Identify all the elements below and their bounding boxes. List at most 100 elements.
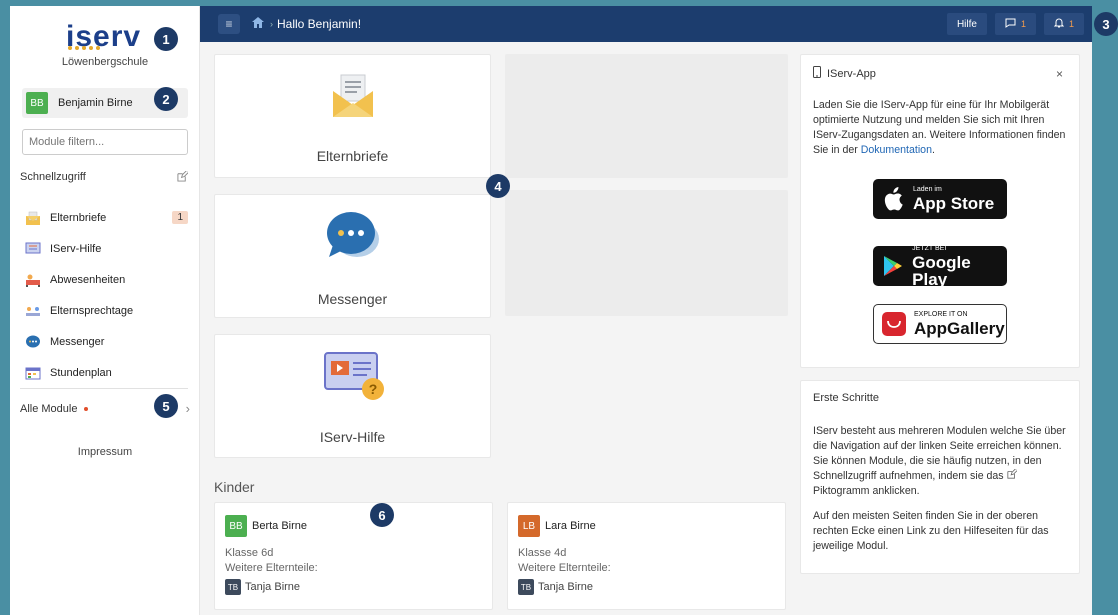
tile-elternbriefe[interactable]: Elternbriefe bbox=[214, 54, 491, 178]
messages-count: 1 bbox=[1020, 19, 1026, 29]
child-class: Klasse 4d bbox=[518, 547, 567, 559]
google-play-icon bbox=[881, 254, 904, 278]
child-header: LB Lara Birne bbox=[518, 515, 596, 537]
help-label: Hilfe bbox=[956, 18, 977, 30]
panel-title: Erste Schritte bbox=[813, 392, 880, 404]
child-class: Klasse 6d bbox=[225, 547, 274, 559]
help-button[interactable]: Hilfe bbox=[946, 13, 987, 35]
callout-marker-3: 3 bbox=[1094, 12, 1118, 36]
tile-iserv-hilfe[interactable]: ? IServ-Hilfe bbox=[214, 334, 491, 458]
sidebar-divider bbox=[20, 388, 188, 389]
logo-dots bbox=[68, 46, 100, 50]
bell-icon bbox=[1053, 18, 1065, 31]
other-parents-label: Weitere Elternteile: bbox=[518, 562, 611, 574]
sidebar-item-elternbriefe[interactable]: Elternbriefe 1 bbox=[24, 202, 190, 233]
menu-toggle-button[interactable]: ≡ bbox=[218, 14, 240, 34]
messages-button[interactable]: 1 bbox=[994, 13, 1036, 35]
sidebar-item-label: Stundenplan bbox=[50, 366, 112, 379]
edit-icon bbox=[1006, 467, 1018, 482]
school-name: Löwenbergschule bbox=[61, 56, 149, 68]
widget-placeholder bbox=[505, 190, 788, 316]
child-header: BB Berta Birne bbox=[225, 515, 307, 537]
tile-label: IServ-Hilfe bbox=[319, 429, 386, 445]
messenger-icon bbox=[24, 334, 42, 350]
documentation-link[interactable]: Dokumentation bbox=[861, 144, 932, 156]
first-steps-text: IServ besteht aus mehreren Modulen welch… bbox=[813, 425, 1066, 482]
panel-title: IServ-App bbox=[827, 67, 876, 80]
child-card[interactable]: BB Berta Birne Klasse 6d Weitere Elternt… bbox=[214, 502, 493, 610]
sidebar-item-iserv-hilfe[interactable]: IServ-Hilfe bbox=[24, 233, 190, 264]
sidebar-item-abwesenheiten[interactable]: Abwesenheiten bbox=[24, 264, 190, 295]
first-steps-paragraph-2: Auf den meisten Seiten finden Sie in der… bbox=[813, 510, 1049, 552]
callout-marker-5: 5 bbox=[154, 394, 178, 418]
app-description-end: . bbox=[931, 144, 935, 156]
dashboard: Elternbriefe Messenger ? IServ-Hilfe Kin… bbox=[200, 42, 1092, 615]
app-store-badge[interactable]: Laden im App Store bbox=[873, 179, 1007, 219]
store-big-text: App Store bbox=[913, 194, 995, 213]
other-parents-label: Weitere Elternteile: bbox=[225, 562, 318, 574]
all-modules-label: Alle Module bbox=[20, 402, 78, 415]
store-big-text: AppGallery bbox=[914, 319, 1005, 338]
module-filter-input[interactable] bbox=[22, 129, 188, 155]
first-steps-panel: Erste Schritte IServ besteht aus mehrere… bbox=[800, 380, 1080, 574]
parent-name: Tanja Birne bbox=[538, 581, 594, 593]
app-gallery-badge[interactable]: EXPLORE IT ON AppGallery bbox=[873, 304, 1007, 344]
avatar: LB bbox=[518, 515, 540, 537]
parent-entry: TB Tanja Birne bbox=[518, 579, 593, 595]
meeting-icon bbox=[24, 303, 42, 319]
child-name: Berta Birne bbox=[252, 520, 308, 532]
quick-access-header: Schnellzugriff bbox=[20, 169, 190, 185]
parent-entry: TB Tanja Birne bbox=[225, 579, 300, 595]
chevron-right-icon: › bbox=[270, 19, 273, 29]
first-steps-paragraph-1: IServ besteht aus mehreren Modulen welch… bbox=[813, 424, 1069, 499]
sidebar-item-label: Elternsprechtage bbox=[50, 304, 134, 317]
callout-marker-1: 1 bbox=[154, 27, 178, 51]
google-play-badge[interactable]: JETZT BEI Google Play bbox=[873, 244, 1007, 289]
letter-icon bbox=[24, 210, 42, 226]
chat-bubble-icon bbox=[1005, 18, 1016, 31]
edit-icon[interactable] bbox=[177, 169, 190, 185]
avatar: BB bbox=[225, 515, 247, 537]
tile-messenger[interactable]: Messenger bbox=[214, 194, 491, 318]
store-big-text: Google Play bbox=[912, 252, 971, 289]
letter-icon bbox=[329, 73, 377, 122]
quick-access-list: Elternbriefe 1 IServ-Hilfe Abwesenheiten bbox=[24, 202, 190, 388]
sidebar-item-elternsprechtage[interactable]: Elternsprechtage bbox=[24, 295, 190, 326]
help-icon bbox=[24, 241, 42, 257]
parent-name: Tanja Birne bbox=[245, 581, 301, 593]
huawei-icon bbox=[882, 312, 906, 336]
tile-label: Elternbriefe bbox=[316, 148, 389, 164]
sidebar-item-stundenplan[interactable]: Stundenplan bbox=[24, 357, 190, 388]
apple-icon bbox=[881, 187, 905, 211]
tile-label: Messenger bbox=[317, 291, 388, 307]
child-card[interactable]: LB Lara Birne Klasse 4d Weitere Elternte… bbox=[507, 502, 786, 610]
chevron-right-icon: › bbox=[185, 401, 190, 416]
close-icon[interactable]: × bbox=[1056, 67, 1063, 81]
sidebar-item-label: Elternbriefe bbox=[50, 211, 107, 224]
avatar: TB bbox=[518, 579, 534, 595]
sidebar-item-label: Messenger bbox=[50, 335, 105, 348]
top-bar: ≡ › Hallo Benjamin! Hilfe 1 1 bbox=[200, 6, 1092, 42]
store-label: Laden im App Store bbox=[913, 186, 994, 212]
callout-marker-4: 4 bbox=[486, 174, 510, 198]
sidebar-item-messenger[interactable]: Messenger bbox=[24, 326, 190, 357]
children-heading: Kinder bbox=[214, 479, 255, 495]
child-name: Lara Birne bbox=[545, 520, 596, 532]
notifications-button[interactable]: 1 bbox=[1043, 13, 1084, 35]
iserv-app-panel: IServ-App × Laden Sie die IServ-App für … bbox=[800, 54, 1080, 368]
help-icon: ? bbox=[323, 351, 385, 404]
unread-count-badge: 1 bbox=[172, 211, 188, 224]
svg-text:?: ? bbox=[369, 381, 378, 397]
widget-placeholder bbox=[505, 54, 788, 178]
messenger-icon bbox=[323, 207, 383, 268]
first-steps-text-end: Piktogramm anklicken. bbox=[813, 485, 920, 497]
store-small-text: EXPLORE IT ON bbox=[914, 311, 968, 318]
home-icon[interactable] bbox=[252, 17, 264, 31]
callout-marker-2: 2 bbox=[154, 87, 178, 111]
avatar: BB bbox=[26, 92, 48, 114]
smartphone-icon bbox=[813, 66, 821, 81]
store-small-text: JETZT BEI bbox=[912, 244, 947, 252]
new-indicator-dot bbox=[84, 406, 89, 411]
impressum-link[interactable]: Impressum bbox=[10, 446, 200, 458]
callout-marker-6: 6 bbox=[370, 503, 394, 527]
